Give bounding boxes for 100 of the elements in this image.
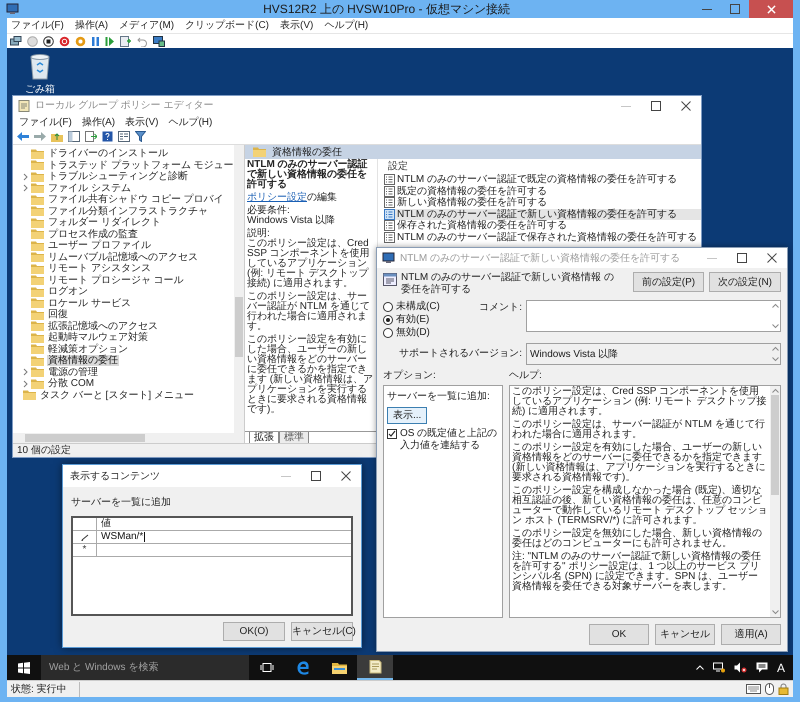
properties-icon[interactable] bbox=[118, 131, 130, 142]
dialog-button[interactable]: 適用(A) bbox=[721, 624, 781, 645]
tree-item[interactable]: 分散 COM bbox=[47, 378, 96, 390]
tree-item[interactable]: 回復 bbox=[47, 309, 69, 320]
setting-row[interactable]: 新しい資格情報の委任を許可する bbox=[384, 197, 701, 208]
scrollbar[interactable] bbox=[234, 145, 244, 433]
maximize-icon[interactable] bbox=[651, 100, 661, 110]
dialog-button[interactable]: キャンセル(C) bbox=[291, 622, 353, 641]
filter-icon[interactable] bbox=[135, 131, 146, 142]
menu-item[interactable]: ヘルプ(H) bbox=[324, 18, 368, 33]
caret-up-icon[interactable] bbox=[696, 665, 704, 670]
tree-item[interactable]: ロケール サービス bbox=[47, 298, 132, 309]
monitor-icon[interactable] bbox=[153, 36, 165, 46]
dialog-button[interactable]: キャンセル bbox=[655, 624, 715, 645]
close-icon[interactable] bbox=[681, 100, 691, 110]
stop-icon[interactable] bbox=[43, 36, 54, 46]
tree-item[interactable]: 資格情報の委任 bbox=[47, 355, 119, 366]
checkbox[interactable] bbox=[387, 429, 397, 439]
keys-icon[interactable] bbox=[10, 36, 22, 46]
setting-row[interactable]: 保存された資格情報の委任を許可する bbox=[384, 220, 701, 232]
setting-row[interactable]: 既定の資格情報の委任を許可する bbox=[384, 186, 701, 197]
folder-up-icon[interactable] bbox=[51, 131, 63, 142]
maximize-icon[interactable] bbox=[730, 4, 740, 14]
tree-item[interactable]: 起動時マルウェア対策 bbox=[47, 332, 149, 344]
menu-item[interactable]: ヘルプ(H) bbox=[168, 114, 212, 130]
back-icon[interactable] bbox=[17, 132, 29, 141]
menu-item[interactable]: メディア(M) bbox=[119, 18, 174, 33]
windows-logo-icon[interactable] bbox=[18, 662, 30, 674]
export-icon[interactable] bbox=[85, 131, 97, 142]
search-field[interactable]: Web と Windows を検索 bbox=[41, 655, 249, 680]
tree-item[interactable]: 拡張記憶域へのアクセス bbox=[47, 320, 159, 332]
tree-item[interactable]: トラステッド プラットフォーム モジュー bbox=[47, 160, 235, 171]
pane-icon[interactable] bbox=[68, 131, 80, 142]
desktop-icon-label[interactable]: ごみ箱 bbox=[25, 82, 55, 97]
tree-item[interactable]: トラブルシューティングと診断 bbox=[47, 171, 189, 182]
scroll-up-icon[interactable] bbox=[772, 346, 778, 351]
scroll-down-icon[interactable] bbox=[772, 610, 778, 615]
tree-item[interactable]: リモート アシスタンス bbox=[47, 263, 152, 274]
nav-button[interactable]: 次の設定(N) bbox=[709, 272, 781, 292]
pause-icon[interactable] bbox=[91, 36, 100, 46]
tree-item[interactable]: 軽減策オプション bbox=[47, 344, 129, 355]
recycle-bin-icon[interactable] bbox=[28, 52, 52, 80]
menu-item[interactable]: 表示(V) bbox=[280, 18, 314, 33]
message-icon[interactable] bbox=[756, 662, 768, 673]
close-button[interactable] bbox=[749, 0, 793, 18]
expand-chevron-icon[interactable] bbox=[23, 184, 29, 192]
speaker-muted-icon[interactable] bbox=[734, 662, 747, 673]
radio-label[interactable]: 有効(E) bbox=[396, 312, 430, 327]
menu-item[interactable]: 表示(V) bbox=[125, 114, 158, 130]
menu-item[interactable]: ファイル(F) bbox=[11, 18, 64, 33]
tab[interactable]: 拡張 bbox=[249, 432, 279, 444]
nav-button[interactable]: 前の設定(P) bbox=[632, 272, 704, 292]
close-icon[interactable] bbox=[341, 471, 351, 481]
radio-label[interactable]: 無効(D) bbox=[396, 325, 430, 340]
maximize-icon[interactable] bbox=[737, 253, 747, 263]
tree-item[interactable]: ログオン bbox=[47, 286, 89, 298]
menu-item[interactable]: 操作(A) bbox=[74, 18, 108, 33]
menu-item[interactable]: クリップボード(C) bbox=[185, 18, 270, 33]
start-icon[interactable] bbox=[27, 36, 38, 46]
tree-item[interactable]: ファイル システム bbox=[47, 182, 132, 194]
tree-item[interactable]: プロセス作成の監査 bbox=[47, 228, 139, 240]
dialog-button[interactable]: OK bbox=[589, 624, 649, 645]
play-icon[interactable] bbox=[105, 36, 115, 46]
menu-item[interactable]: 操作(A) bbox=[82, 114, 116, 130]
maximize-icon[interactable] bbox=[311, 471, 321, 481]
ime-indicator[interactable]: A bbox=[776, 658, 785, 676]
radio-label[interactable]: 未構成(C) bbox=[396, 299, 440, 314]
power-icon[interactable] bbox=[59, 36, 70, 46]
undo-icon[interactable] bbox=[137, 36, 148, 46]
taskbar-button[interactable] bbox=[357, 655, 393, 680]
close-icon[interactable] bbox=[767, 253, 777, 263]
scroll-up-icon[interactable] bbox=[772, 303, 778, 308]
scroll-down-icon[interactable] bbox=[772, 357, 778, 362]
tree-item[interactable]: ユーザー プロファイル bbox=[47, 240, 152, 252]
show-button[interactable]: 表示... bbox=[387, 407, 428, 424]
tree-item[interactable]: ファイル分類インフラストラクチャ bbox=[47, 206, 209, 217]
comment-field[interactable] bbox=[526, 300, 781, 332]
radio-button[interactable] bbox=[383, 328, 393, 338]
snapshot-icon[interactable] bbox=[120, 36, 132, 46]
radio-button[interactable] bbox=[383, 302, 393, 312]
dialog-button[interactable]: OK(O) bbox=[223, 622, 285, 641]
radio-button[interactable] bbox=[383, 314, 393, 324]
policy-setting-link[interactable]: ポリシー設定 bbox=[247, 192, 307, 203]
expand-chevron-icon[interactable] bbox=[23, 380, 29, 388]
tree-item[interactable]: ドライバーのインストール bbox=[47, 148, 169, 160]
forward-icon[interactable] bbox=[34, 132, 46, 141]
scrollbar[interactable] bbox=[13, 433, 244, 443]
expand-chevron-icon[interactable] bbox=[23, 368, 29, 376]
menu-item[interactable]: ファイル(F) bbox=[19, 114, 72, 130]
scroll-down-icon[interactable] bbox=[772, 324, 778, 329]
tree-item[interactable]: タスク バーと [スタート] メニュー bbox=[39, 390, 195, 401]
tree-item[interactable]: ファイル共有シャドウ コピー プロバイ bbox=[47, 194, 225, 206]
tree-item[interactable]: リムーバブル記憶域へのアクセス bbox=[47, 252, 199, 263]
tree-item[interactable]: リモート プロシージャ コール bbox=[47, 274, 185, 286]
tab[interactable]: 標準 bbox=[279, 432, 309, 444]
checkbox-label[interactable]: OS の既定値と上記の入力値を連結する bbox=[400, 428, 499, 452]
network-icon[interactable] bbox=[712, 662, 725, 673]
save-icon[interactable] bbox=[75, 36, 86, 46]
help-icon[interactable] bbox=[102, 131, 113, 142]
expand-chevron-icon[interactable] bbox=[23, 172, 29, 181]
